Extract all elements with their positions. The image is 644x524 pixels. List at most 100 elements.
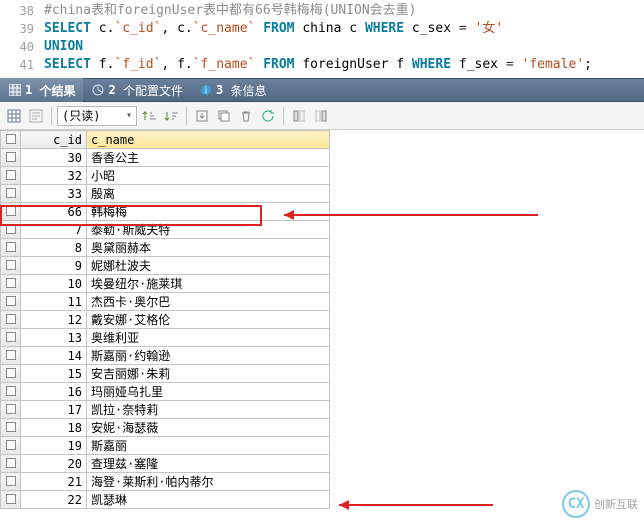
row-header[interactable]: [1, 401, 21, 419]
table-row[interactable]: 16玛丽娅乌扎里: [1, 383, 330, 401]
code-line[interactable]: 39SELECT c.`c_id`, c.`c_name` FROM china…: [0, 20, 644, 38]
table-row[interactable]: 33殷离: [1, 185, 330, 203]
cell-cname[interactable]: 海登·莱斯利·帕内蒂尔: [87, 473, 330, 491]
sql-editor[interactable]: 38#china表和foreignUser表中都有66号韩梅梅(UNION会去重…: [0, 0, 644, 78]
cell-cid[interactable]: 15: [21, 365, 87, 383]
column-left-button[interactable]: [289, 106, 309, 126]
row-header[interactable]: [1, 185, 21, 203]
cell-cid[interactable]: 21: [21, 473, 87, 491]
cell-cid[interactable]: 32: [21, 167, 87, 185]
copy-button[interactable]: [214, 106, 234, 126]
row-header[interactable]: [1, 311, 21, 329]
cell-cid[interactable]: 10: [21, 275, 87, 293]
row-header[interactable]: [1, 455, 21, 473]
code-line[interactable]: 40UNION: [0, 38, 644, 56]
row-header[interactable]: [1, 167, 21, 185]
refresh-button[interactable]: [258, 106, 278, 126]
cell-cname[interactable]: 安吉丽娜·朱莉: [87, 365, 330, 383]
delete-button[interactable]: [236, 106, 256, 126]
corner-header[interactable]: [1, 131, 21, 149]
row-header[interactable]: [1, 491, 21, 509]
cell-cid[interactable]: 30: [21, 149, 87, 167]
cell-cname[interactable]: 安妮·海瑟薇: [87, 419, 330, 437]
cell-cname[interactable]: 香香公主: [87, 149, 330, 167]
cell-cname[interactable]: 泰勒·斯威夫特: [87, 221, 330, 239]
cell-cid[interactable]: 9: [21, 257, 87, 275]
row-header[interactable]: [1, 275, 21, 293]
row-header[interactable]: [1, 347, 21, 365]
cell-cname[interactable]: 杰西卡·奥尔巴: [87, 293, 330, 311]
row-header[interactable]: [1, 257, 21, 275]
row-header[interactable]: [1, 473, 21, 491]
sort-desc-button[interactable]: [161, 106, 181, 126]
table-row[interactable]: 9妮娜杜波夫: [1, 257, 330, 275]
row-header[interactable]: [1, 437, 21, 455]
cell-cname[interactable]: 韩梅梅: [87, 203, 330, 221]
table-row[interactable]: 13奥维利亚: [1, 329, 330, 347]
tab-results[interactable]: 1 个结果: [0, 78, 83, 102]
cell-cid[interactable]: 22: [21, 491, 87, 509]
row-header[interactable]: [1, 293, 21, 311]
cell-cname[interactable]: 戴安娜·艾格伦: [87, 311, 330, 329]
grid-view-button[interactable]: [4, 106, 24, 126]
cell-cid[interactable]: 33: [21, 185, 87, 203]
export-button[interactable]: [192, 106, 212, 126]
table-row[interactable]: 12戴安娜·艾格伦: [1, 311, 330, 329]
row-header[interactable]: [1, 149, 21, 167]
cell-cid[interactable]: 66: [21, 203, 87, 221]
column-header-cname[interactable]: c_name: [87, 131, 330, 149]
table-row[interactable]: 22凯瑟琳: [1, 491, 330, 509]
form-view-button[interactable]: [26, 106, 46, 126]
readonly-dropdown[interactable]: (只读) ▾: [57, 106, 137, 126]
cell-cname[interactable]: 妮娜杜波夫: [87, 257, 330, 275]
row-header[interactable]: [1, 239, 21, 257]
table-row[interactable]: 32小昭: [1, 167, 330, 185]
table-row[interactable]: 21海登·莱斯利·帕内蒂尔: [1, 473, 330, 491]
cell-cname[interactable]: 斯嘉丽: [87, 437, 330, 455]
table-row[interactable]: 66韩梅梅: [1, 203, 330, 221]
table-row[interactable]: 19斯嘉丽: [1, 437, 330, 455]
row-header[interactable]: [1, 383, 21, 401]
tab-messages[interactable]: i 3 条信息: [191, 78, 274, 102]
cell-cname[interactable]: 斯嘉丽·约翰逊: [87, 347, 330, 365]
cell-cid[interactable]: 13: [21, 329, 87, 347]
cell-cid[interactable]: 19: [21, 437, 87, 455]
tab-profiles[interactable]: 2 个配置文件: [83, 78, 190, 102]
cell-cname[interactable]: 凯瑟琳: [87, 491, 330, 509]
table-row[interactable]: 15安吉丽娜·朱莉: [1, 365, 330, 383]
result-grid[interactable]: c_id c_name 30香香公主32小昭33殷离66韩梅梅7泰勒·斯威夫特8…: [0, 130, 330, 509]
cell-cname[interactable]: 埃曼纽尔·施莱琪: [87, 275, 330, 293]
row-header[interactable]: [1, 329, 21, 347]
cell-cname[interactable]: 小昭: [87, 167, 330, 185]
table-row[interactable]: 20查理兹·塞隆: [1, 455, 330, 473]
cell-cid[interactable]: 16: [21, 383, 87, 401]
row-header[interactable]: [1, 419, 21, 437]
cell-cid[interactable]: 17: [21, 401, 87, 419]
row-header[interactable]: [1, 365, 21, 383]
code-line[interactable]: 38#china表和foreignUser表中都有66号韩梅梅(UNION会去重…: [0, 2, 644, 20]
table-row[interactable]: 18安妮·海瑟薇: [1, 419, 330, 437]
column-right-button[interactable]: [311, 106, 331, 126]
cell-cname[interactable]: 凯拉·奈特莉: [87, 401, 330, 419]
cell-cname[interactable]: 查理兹·塞隆: [87, 455, 330, 473]
row-header[interactable]: [1, 203, 21, 221]
code-line[interactable]: 41SELECT f.`f_id`, f.`f_name` FROM forei…: [0, 56, 644, 74]
cell-cname[interactable]: 奥黛丽赫本: [87, 239, 330, 257]
cell-cname[interactable]: 玛丽娅乌扎里: [87, 383, 330, 401]
cell-cid[interactable]: 7: [21, 221, 87, 239]
row-header[interactable]: [1, 221, 21, 239]
cell-cid[interactable]: 11: [21, 293, 87, 311]
cell-cid[interactable]: 20: [21, 455, 87, 473]
table-row[interactable]: 10埃曼纽尔·施莱琪: [1, 275, 330, 293]
table-row[interactable]: 30香香公主: [1, 149, 330, 167]
cell-cname[interactable]: 奥维利亚: [87, 329, 330, 347]
table-row[interactable]: 14斯嘉丽·约翰逊: [1, 347, 330, 365]
column-header-cid[interactable]: c_id: [21, 131, 87, 149]
table-row[interactable]: 11杰西卡·奥尔巴: [1, 293, 330, 311]
cell-cid[interactable]: 18: [21, 419, 87, 437]
cell-cid[interactable]: 14: [21, 347, 87, 365]
table-row[interactable]: 8奥黛丽赫本: [1, 239, 330, 257]
cell-cid[interactable]: 12: [21, 311, 87, 329]
sort-asc-button[interactable]: [139, 106, 159, 126]
table-row[interactable]: 7泰勒·斯威夫特: [1, 221, 330, 239]
